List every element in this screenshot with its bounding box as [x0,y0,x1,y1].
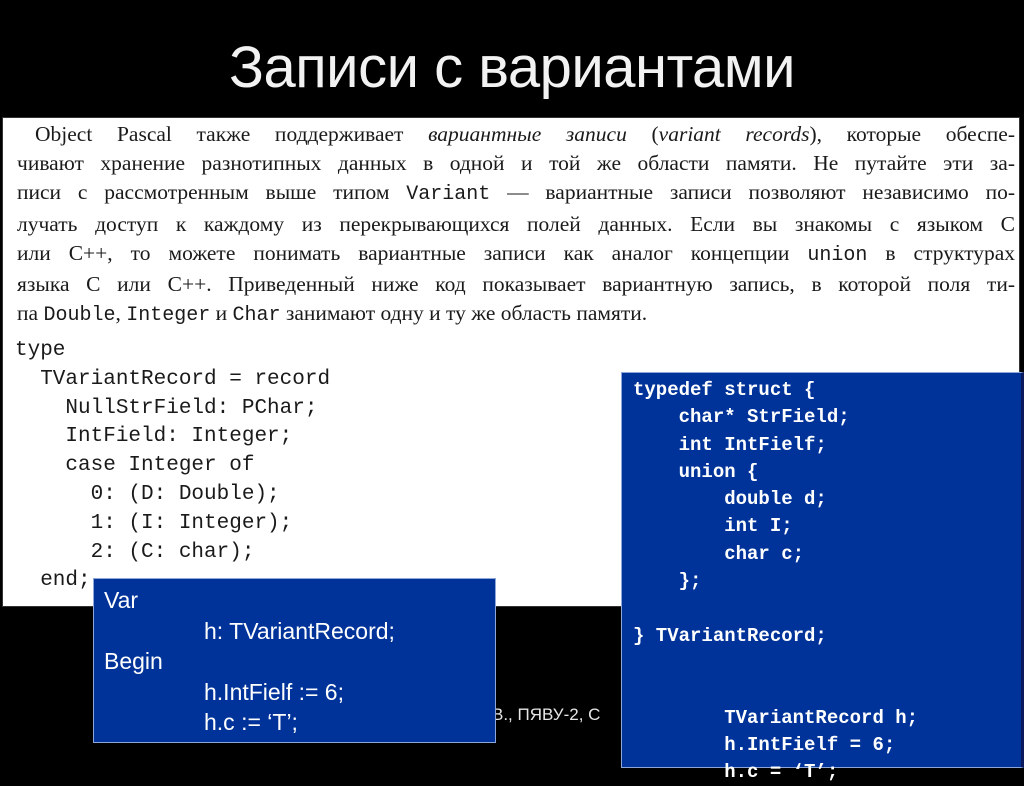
inline-code: Integer [126,304,211,328]
code-line: 2: (C: char); [15,540,255,564]
paragraph-line: Object Pascal также поддерживает вариант… [17,120,1015,149]
text-run: ( [626,122,659,146]
code-line: int I; [633,515,793,538]
code-line: h.c = ‘T’; [633,761,839,784]
text-run: — вариантные записи позволяют независимо… [490,180,1015,205]
text-run: в структурах [867,240,1016,265]
paragraph-line: или C++, то можете понимать вариантные з… [17,239,1015,270]
c-struct-code-box: typedef struct { char* StrField; int Int… [621,372,1024,783]
code-line: char* StrField; [633,406,850,429]
text-run: писи с рассмотренным выше типом [17,180,407,205]
italic-term: variant records [658,122,810,146]
code-line: typedef struct { [633,379,816,401]
code-line: case Integer of [15,454,255,478]
code-line: end; [15,569,91,593]
code-line: h: TVariantRecord; [204,617,395,644]
inline-code: union [807,243,868,267]
text-run: чивают хранение разнотипных данных в одн… [17,151,1015,176]
slide-title: Записи с вариантами [228,35,796,100]
code-line: 0: (D: Double); [15,482,280,506]
text-run: ), которые обеспе- [809,122,1015,146]
code-line: h.IntFielf := 6; [204,678,344,705]
paragraph-line: писи с рассмотренным выше типом Variant … [17,178,1015,209]
text-run: Object Pascal также поддерживает [35,122,429,146]
paragraph-line: лучать доступ к каждому из перекрывающих… [17,210,1015,239]
italic-term: вариантные записи [428,122,627,146]
text-run: языка C или C++. Приведенный ниже код по… [17,272,1015,297]
code-line: 1: (I: Integer); [15,511,293,535]
text-run: и [210,301,233,326]
code-line: h.c := ‘T’; [204,709,298,735]
code-line: TVariantRecord = record [15,367,331,391]
paragraph-line: па Double, Integer и Char занимают одну … [17,299,1015,330]
code-line: TVariantRecord h; [633,706,919,729]
inline-code: Char [232,304,281,328]
text-run: па [17,301,44,326]
pascal-code-block: type TVariantRecord = record NullStrFiel… [15,337,330,596]
code-line: h.IntFielf = 6; [633,733,896,756]
code-line: union { [633,460,759,483]
code-line: type [15,339,66,362]
code-line: } TVariantRecord; [633,624,827,647]
book-paragraph: Object Pascal также поддерживает вариант… [17,120,1015,330]
paragraph-line: языка C или C++. Приведенный ниже код по… [17,270,1015,299]
code-line: NullStrField: PChar; [15,396,318,420]
paragraph-line: чивают хранение разнотипных данных в одн… [17,149,1015,178]
text-run: или C++, то можете понимать вариантные з… [17,240,808,265]
code-line: Begin [104,648,163,674]
text-run: лучать доступ к каждому из перекрывающих… [17,211,1015,236]
inline-code: Double [43,304,116,328]
inline-code: Variant [406,183,491,207]
code-line: char c; [633,542,805,565]
code-line: IntField: Integer; [15,425,293,449]
text-run: , [115,301,127,326]
code-line: int IntFielf; [633,433,827,456]
footer-text: В., ПЯВУ-2, С [492,705,601,724]
pascal-usage-box: Var h: TVariantRecord; Begin h.IntFielf := … [93,578,496,743]
code-line: double d; [633,488,827,511]
code-line: Var [104,587,139,613]
text-run: занимают одну и ту же область памяти. [280,301,648,326]
code-line: }; [633,570,702,593]
